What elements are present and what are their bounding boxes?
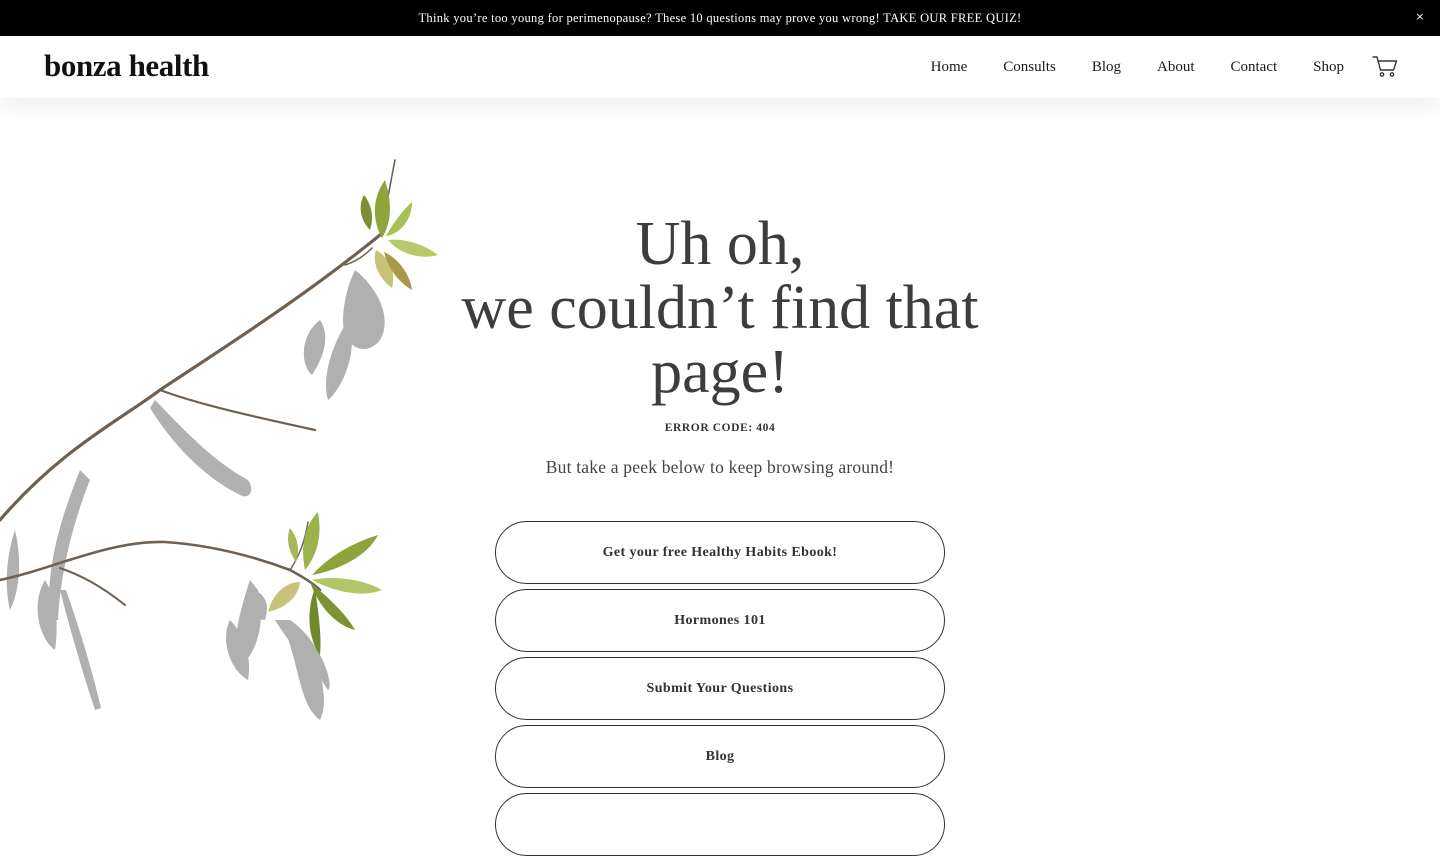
ebook-button[interactable]: Get your free Healthy Habits Ebook! [495, 521, 945, 584]
nav-consults[interactable]: Consults [1003, 59, 1056, 76]
error-code: ERROR CODE: 404 [664, 422, 776, 434]
main-content: Uh oh, we couldn’t find that page! ERROR… [0, 98, 1440, 856]
main-nav: Home Consults Blog About Contact Shop [895, 36, 1344, 98]
subtext: But take a peek below to keep browsing a… [545, 457, 895, 477]
blog-button[interactable]: Blog [495, 725, 945, 788]
page-title: Uh oh, we couldn’t find that page! [420, 212, 1020, 404]
nav-shop[interactable]: Shop [1313, 59, 1344, 76]
nav-home[interactable]: Home [931, 59, 968, 76]
partial-button[interactable] [495, 793, 945, 856]
announcement-text[interactable]: Think you’re too young for perimenopause… [418, 11, 1021, 26]
title-line-3: page! [651, 338, 789, 406]
nav-about[interactable]: About [1157, 59, 1195, 76]
site-header: bonza health Home Consults Blog About Co… [0, 36, 1440, 98]
hormones-101-button[interactable]: Hormones 101 [495, 589, 945, 652]
title-line-2: we couldn’t find that [461, 274, 979, 342]
nav-blog[interactable]: Blog [1092, 59, 1121, 76]
nav-contact[interactable]: Contact [1231, 59, 1278, 76]
submit-questions-button[interactable]: Submit Your Questions [495, 657, 945, 720]
logo[interactable]: bonza health [44, 48, 209, 84]
title-line-1: Uh oh, [635, 210, 805, 278]
close-icon[interactable]: × [1412, 9, 1428, 25]
cart-icon[interactable] [1372, 55, 1398, 79]
announcement-bar[interactable]: Think you’re too young for perimenopause… [0, 0, 1440, 36]
